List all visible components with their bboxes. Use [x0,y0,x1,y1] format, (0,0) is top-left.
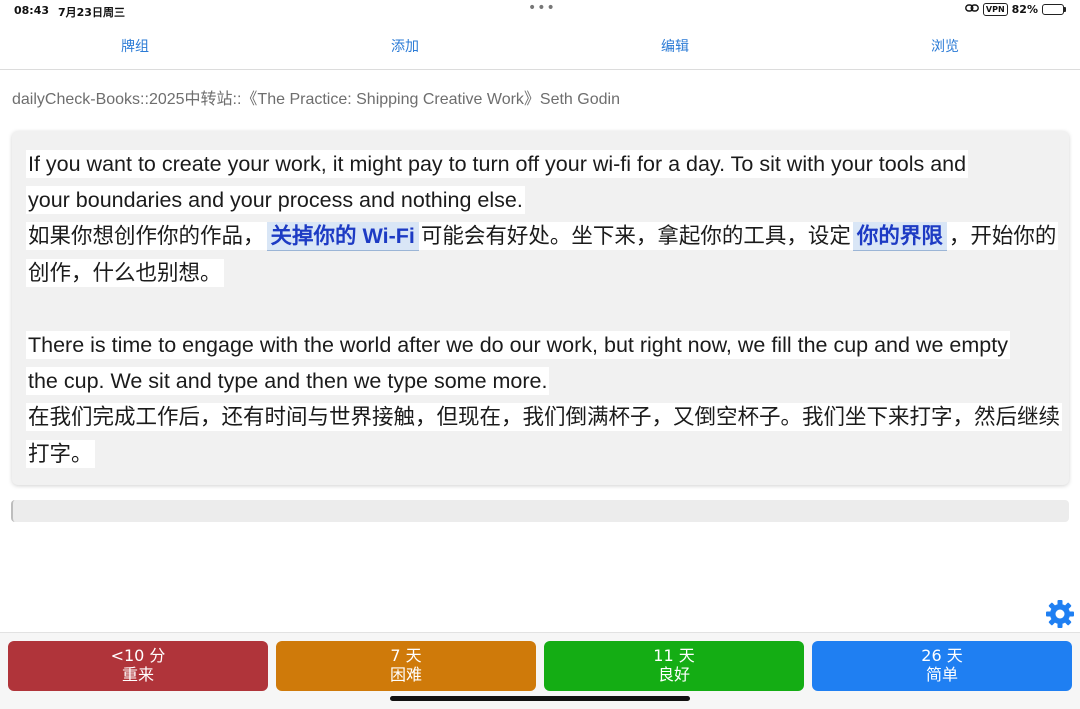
status-bar: 08:43 7月23日周三 ••• VPN 82% [0,0,1080,22]
link-icon [965,3,979,16]
easy-button[interactable]: 26 天 简单 [812,641,1072,691]
hard-label: 困难 [389,665,422,684]
highlight-mark: 关掉你的 Wi-Fi [266,222,419,252]
easy-label: 简单 [925,665,958,684]
battery-percent: 82% [1011,3,1038,16]
toolbar-edit-button[interactable]: 编辑 [540,26,810,69]
good-label: 良好 [657,665,690,684]
top-toolbar: 牌组 添加 编辑 浏览 [0,26,1080,70]
card-text-zh: 打字。 [26,439,95,468]
deck-path: dailyCheck-Books::2025中转站::《The Practice… [12,91,620,108]
again-interval: <10 分 [110,646,166,665]
toolbar-add-button[interactable]: 添加 [270,26,540,69]
again-button[interactable]: <10 分 重来 [8,641,268,691]
good-button[interactable]: 11 天 良好 [544,641,804,691]
card-text-zh: 可能会有好处。坐下来，拿起你的工具，设定 [418,222,853,251]
card-text-en: your boundaries and your process and not… [26,186,525,215]
answer-input[interactable] [11,500,1069,522]
multitasking-dots-icon[interactable]: ••• [528,0,556,16]
card-text-zh: ，开始你的 [946,222,1059,251]
card-text-zh: 在我们完成工作后，还有时间与世界接触，但现在，我们倒满杯子，又倒空杯子。我们坐下… [26,403,1063,432]
easy-interval: 26 天 [921,646,963,665]
card-text-zh: 创作，什么也别想。 [26,258,224,287]
status-date: 7月23日周三 [58,6,125,19]
status-time: 08:43 [14,4,50,17]
home-indicator[interactable] [390,696,690,701]
card-text-en: the cup. We sit and type and then we typ… [26,367,550,396]
hard-button[interactable]: 7 天 困难 [276,641,536,691]
good-interval: 11 天 [653,646,695,665]
gear-icon[interactable] [1044,598,1076,630]
highlight-mark: 你的界限 [852,222,947,252]
toolbar-decks-button[interactable]: 牌组 [0,26,270,69]
status-right: VPN 82% [965,3,1066,16]
again-label: 重来 [121,665,154,684]
toolbar-browse-button[interactable]: 浏览 [810,26,1080,69]
vpn-badge: VPN [982,3,1008,16]
card-text-en: If you want to create your work, it migh… [26,150,969,178]
card-text-en: There is time to engage with the world a… [26,331,1010,359]
card-text-zh: 如果你想创作你的作品， [26,222,267,251]
battery-icon [1042,4,1066,15]
card-content: If you want to create your work, it migh… [12,131,1069,485]
hard-interval: 7 天 [390,646,422,665]
